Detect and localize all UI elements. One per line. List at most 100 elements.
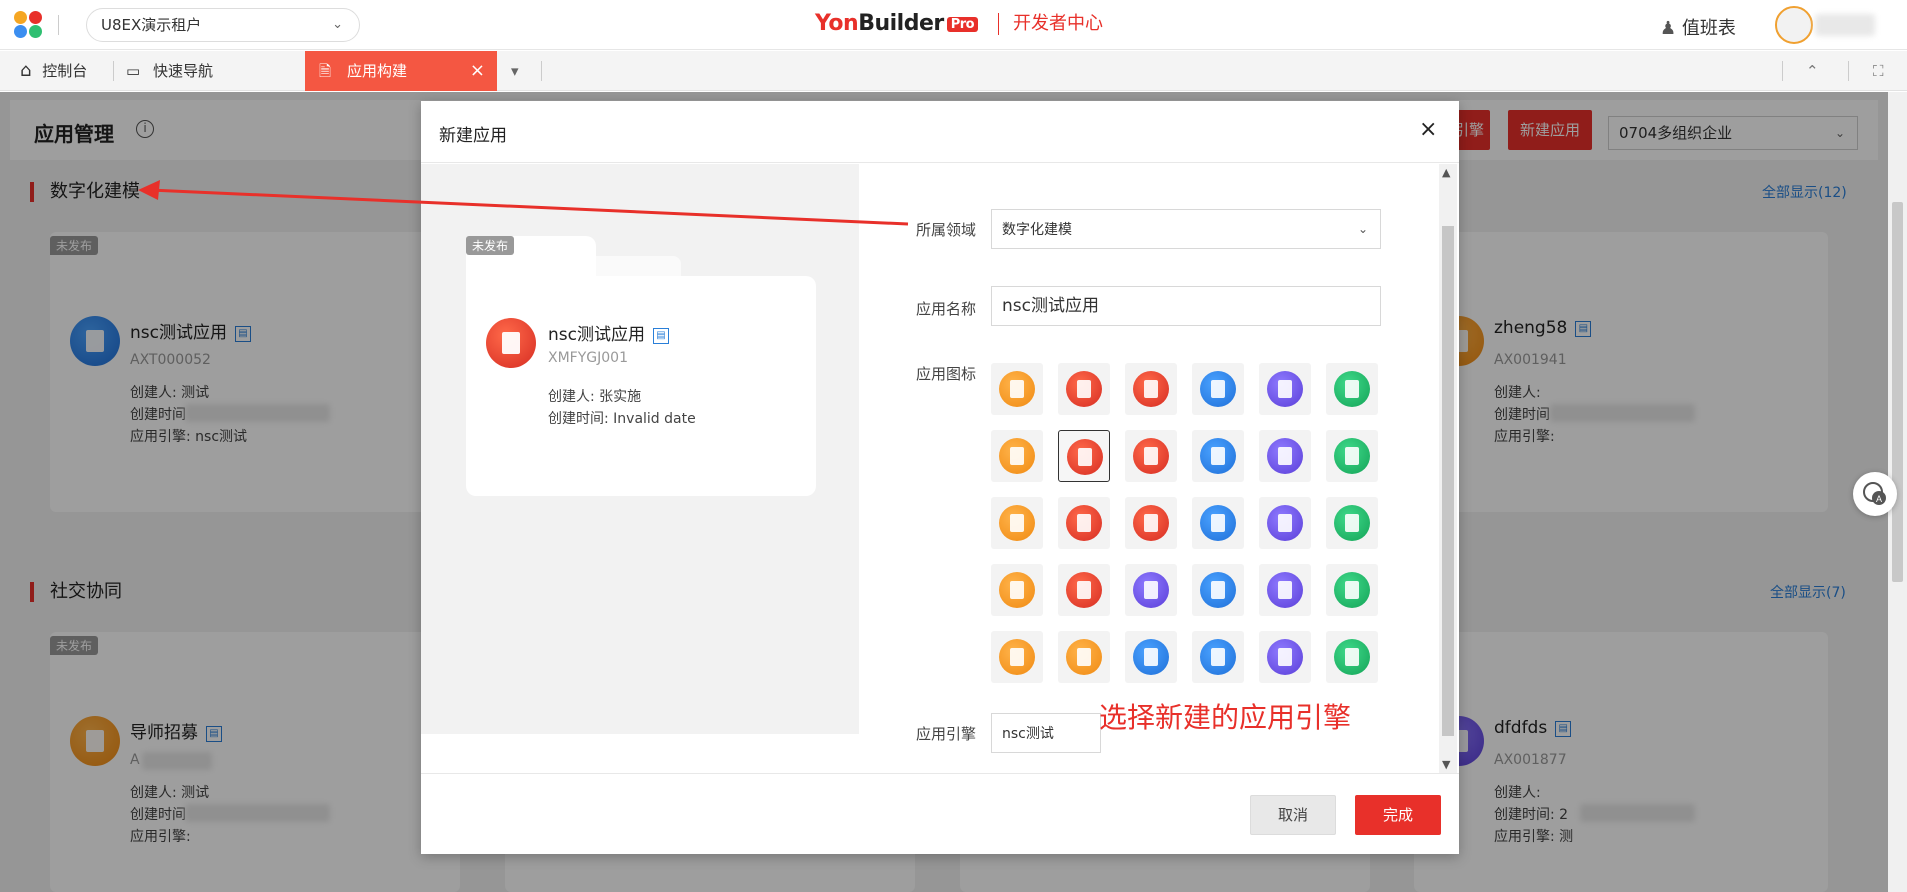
icon-option[interactable] xyxy=(1192,363,1244,415)
monitor-icon: ▭ xyxy=(126,62,141,80)
tab-app-build-label: 应用构建 xyxy=(347,62,408,80)
brand-pro: Pro xyxy=(946,16,979,32)
tenant-select[interactable]: U8EX演示租户 ⌄ xyxy=(86,8,360,42)
app-logo-icon[interactable] xyxy=(14,11,46,39)
icon-option[interactable] xyxy=(1192,564,1244,616)
tab-app-build[interactable]: 🗎 应用构建 × xyxy=(305,51,497,91)
domain-select[interactable]: 数字化建模 ⌄ xyxy=(991,209,1381,249)
translate-float-button[interactable]: A xyxy=(1853,472,1897,516)
green-app-icon xyxy=(1334,505,1370,541)
preview-card: nsc测试应用 ▤ XMFYGJ001 创建人: 张实施 创建时间: Invali… xyxy=(466,276,816,496)
dialog-scrollbar-thumb[interactable] xyxy=(1442,226,1454,736)
dialog-header: 新建应用 × xyxy=(421,101,1459,163)
icon-option[interactable] xyxy=(1259,564,1311,616)
icon-option[interactable] xyxy=(1125,564,1177,616)
tab-quick-nav[interactable]: ▭ 快速导航 xyxy=(126,51,213,91)
page-scrollbar-thumb[interactable] xyxy=(1892,202,1903,582)
preview-pane: nsc测试应用 ▤ XMFYGJ001 创建人: 张实施 创建时间: Invali… xyxy=(421,164,859,734)
purple-app-icon xyxy=(1267,438,1303,474)
close-icon[interactable]: × xyxy=(470,51,485,91)
icon-option[interactable] xyxy=(1058,631,1110,683)
done-button[interactable]: 完成 xyxy=(1355,795,1441,835)
engine-select[interactable]: nsc测试 xyxy=(991,713,1101,753)
tab-console[interactable]: ⌂ 控制台 xyxy=(20,51,87,91)
blue-app-icon xyxy=(1200,572,1236,608)
preview-app-icon xyxy=(486,318,536,368)
icon-option[interactable] xyxy=(1192,631,1244,683)
icon-option[interactable] xyxy=(1326,631,1378,683)
icon-option[interactable] xyxy=(1125,631,1177,683)
scroll-down-icon[interactable]: ▼ xyxy=(1442,758,1450,771)
fullscreen-icon[interactable]: ⛶ xyxy=(1873,51,1884,91)
icon-option[interactable] xyxy=(991,564,1043,616)
annotation-text: 选择新建的应用引擎 xyxy=(1099,701,1352,734)
scroll-up-icon[interactable]: ▲ xyxy=(1442,166,1450,179)
icon-option[interactable] xyxy=(991,430,1043,482)
icon-option[interactable] xyxy=(1192,430,1244,482)
purple-app-icon xyxy=(1267,639,1303,675)
red-app-icon xyxy=(1067,439,1103,475)
domain-select-value: 数字化建模 xyxy=(1002,222,1072,238)
icon-option[interactable] xyxy=(1125,363,1177,415)
icon-option[interactable] xyxy=(1326,363,1378,415)
svg-text:A: A xyxy=(1876,494,1882,504)
icon-option[interactable] xyxy=(1058,363,1110,415)
divider xyxy=(1782,61,1783,81)
tab-quick-nav-label: 快速导航 xyxy=(152,62,213,80)
icon-option[interactable] xyxy=(991,497,1043,549)
icon-option[interactable] xyxy=(1259,430,1311,482)
preview-name: nsc测试应用 ▤ xyxy=(548,320,669,345)
brand-logo: YonBuilder Pro xyxy=(815,11,979,36)
icon-option[interactable] xyxy=(1192,497,1244,549)
icon-option[interactable] xyxy=(1259,631,1311,683)
icon-option[interactable] xyxy=(1058,564,1110,616)
blue-app-icon xyxy=(1200,505,1236,541)
app-name-label: 应用名称 xyxy=(916,300,977,318)
avatar[interactable] xyxy=(1775,6,1813,44)
icon-option[interactable] xyxy=(1326,564,1378,616)
icon-option[interactable] xyxy=(1058,430,1110,482)
divider xyxy=(113,61,114,81)
cancel-button[interactable]: 取消 xyxy=(1250,795,1336,835)
app-name-input[interactable]: nsc测试应用 xyxy=(991,286,1381,326)
icon-option[interactable] xyxy=(1259,497,1311,549)
green-app-icon xyxy=(1334,438,1370,474)
brand-builder: Builder xyxy=(858,11,944,36)
icon-option[interactable] xyxy=(1326,430,1378,482)
close-icon[interactable]: × xyxy=(1419,117,1437,142)
divider xyxy=(541,61,542,81)
duty-roster-button[interactable]: ♟ 值班表 xyxy=(1660,14,1736,40)
icon-option[interactable] xyxy=(1326,497,1378,549)
brand-yon: Yon xyxy=(815,11,859,36)
collapse-icon[interactable]: ⌃ xyxy=(1806,51,1819,91)
divider xyxy=(58,15,59,35)
chevron-down-icon: ⌄ xyxy=(1357,222,1368,236)
orange-app-icon xyxy=(999,371,1035,407)
blue-app-icon xyxy=(1200,438,1236,474)
blue-app-icon xyxy=(1200,639,1236,675)
document-icon: ▤ xyxy=(652,328,669,344)
tenant-label: U8EX演示租户 xyxy=(101,16,202,34)
divider xyxy=(1848,61,1849,81)
username-blurred xyxy=(1815,14,1875,36)
tab-console-label: 控制台 xyxy=(42,62,88,80)
dev-center-title: 开发者中心 xyxy=(998,13,1103,35)
icon-option[interactable] xyxy=(1058,497,1110,549)
icon-option[interactable] xyxy=(1125,430,1177,482)
tab-dropdown-icon[interactable]: ▾ xyxy=(511,51,519,91)
icon-option[interactable] xyxy=(1259,363,1311,415)
orange-app-icon xyxy=(999,639,1035,675)
orange-app-icon xyxy=(999,505,1035,541)
chevron-down-icon: ⌄ xyxy=(332,17,343,32)
purple-app-icon xyxy=(1267,371,1303,407)
duty-roster-label: 值班表 xyxy=(1681,18,1736,39)
icon-option[interactable] xyxy=(1125,497,1177,549)
red-app-icon xyxy=(1066,505,1102,541)
preview-code: XMFYGJ001 xyxy=(548,350,628,366)
red-app-icon xyxy=(1133,438,1169,474)
dialog-scrollbar[interactable]: ▲ ▼ xyxy=(1439,164,1457,774)
icon-option[interactable] xyxy=(991,363,1043,415)
orange-app-icon xyxy=(999,438,1035,474)
red-app-icon xyxy=(1066,572,1102,608)
icon-option[interactable] xyxy=(991,631,1043,683)
